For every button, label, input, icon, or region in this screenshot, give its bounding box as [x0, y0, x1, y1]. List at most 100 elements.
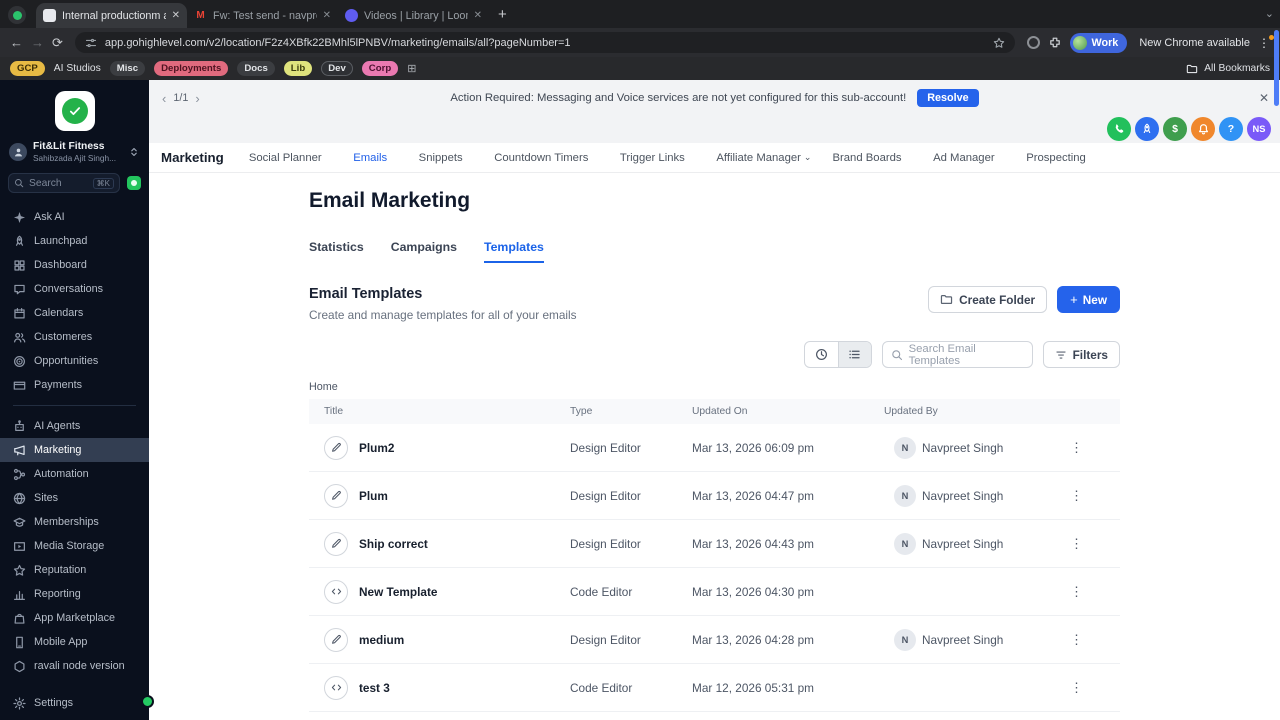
module-tab[interactable]: Trigger Links ⌄ — [620, 152, 695, 164]
user-avatar[interactable]: NS — [1247, 117, 1271, 141]
rewards-icon[interactable]: $ — [1163, 117, 1187, 141]
sidebar-item[interactable]: Reputation — [0, 558, 149, 582]
page-tab[interactable]: Statistics — [309, 240, 364, 263]
extensions-icon[interactable] — [1048, 36, 1062, 50]
create-folder-button[interactable]: Create Folder — [928, 286, 1048, 313]
sidebar-item[interactable]: App Marketplace — [0, 606, 149, 630]
list-view-toggle[interactable] — [837, 342, 871, 367]
browser-tab[interactable]: Internal productionm accoun ✕ — [36, 3, 187, 28]
table-row[interactable]: medium Design Editor Mar 13, 2026 04:28 … — [309, 616, 1120, 664]
module-tab[interactable]: Ad Manager ⌄ — [933, 152, 1005, 164]
module-tab[interactable]: Countdown Timers ⌄ — [494, 152, 599, 164]
sidebar-item-settings[interactable]: Settings — [0, 691, 149, 715]
sidebar-item[interactable]: ravali node version — [0, 654, 149, 678]
table-row[interactable]: test 3 Code Editor Mar 12, 2026 05:31 pm… — [309, 664, 1120, 712]
resolve-button[interactable]: Resolve — [917, 89, 979, 107]
module-tab[interactable]: Snippets ⌄ — [419, 152, 474, 164]
module-tab[interactable]: Brand Boards ⌄ — [832, 152, 912, 164]
forward-button[interactable]: → — [31, 35, 44, 50]
module-tab[interactable]: Emails ⌄ — [353, 152, 397, 164]
table-row[interactable]: New Template Code Editor Mar 13, 2026 04… — [309, 568, 1120, 616]
sidebar-item[interactable]: Reporting — [0, 582, 149, 606]
sidebar-item[interactable]: Customeres — [0, 325, 149, 349]
tab-list-chevron-icon[interactable]: ⌄ — [1265, 7, 1274, 20]
toolbar-extra-icon[interactable] — [1026, 36, 1040, 49]
sidebar-item[interactable]: AI Agents — [0, 414, 149, 438]
sidebar-item[interactable]: Opportunities — [0, 349, 149, 373]
templates-search-input[interactable]: Search Email Templates — [881, 341, 1033, 368]
sidebar-search-input[interactable]: Search ⌘K — [8, 173, 120, 193]
notice-prev-icon[interactable]: ‹ — [162, 92, 166, 105]
site-info-icon[interactable] — [85, 37, 97, 49]
browser-profile-chip[interactable]: Work — [1069, 32, 1128, 53]
account-switcher[interactable]: Fit&Lit Fitness Sahibzada Ajit Singh... — [0, 137, 149, 167]
sidebar-item[interactable]: Conversations — [0, 277, 149, 301]
sidebar-item-label: Ask AI — [34, 211, 65, 223]
bookmark-star-icon[interactable] — [993, 37, 1005, 49]
row-menu-icon[interactable]: ⋮ — [1070, 680, 1083, 695]
page-tab[interactable]: Templates — [484, 240, 544, 263]
sidebar-item[interactable]: Payments — [0, 373, 149, 397]
browser-tab[interactable]: M Fw: Test send - navpreet.sin ✕ — [187, 3, 338, 28]
browser-tab[interactable]: Videos | Library | Loom ✕ — [338, 3, 489, 28]
browser-menu-icon[interactable]: ⋮ — [1258, 34, 1274, 50]
page-tab[interactable]: Campaigns — [391, 240, 457, 263]
notice-next-icon[interactable]: › — [195, 92, 199, 105]
bookmark-item[interactable]: GCP — [10, 61, 45, 76]
table-row[interactable]: Ship correct Design Editor Mar 13, 2026 … — [309, 520, 1120, 568]
bookmark-item[interactable]: Lib — [283, 61, 313, 76]
bookmark-item[interactable]: Docs — [237, 61, 275, 76]
sidebar-item[interactable]: Calendars — [0, 301, 149, 325]
filters-button[interactable]: Filters — [1042, 341, 1120, 368]
table-row[interactable]: Plum2 Design Editor Mar 13, 2026 06:09 p… — [309, 424, 1120, 472]
support-bubble[interactable] — [141, 695, 154, 708]
sidebar-item[interactable]: Automation — [0, 462, 149, 486]
breadcrumb[interactable]: Home — [309, 381, 1120, 393]
new-tab-button[interactable]: + — [498, 7, 507, 22]
help-icon[interactable]: ? — [1219, 117, 1243, 141]
row-menu-icon[interactable]: ⋮ — [1070, 632, 1083, 647]
row-menu-icon[interactable]: ⋮ — [1070, 536, 1083, 551]
assistant-icon[interactable] — [127, 176, 141, 190]
bookmark-item[interactable]: AI Studios — [54, 61, 101, 76]
history-view-toggle[interactable] — [805, 342, 838, 367]
bookmark-item[interactable]: Misc — [109, 61, 146, 76]
reload-button[interactable]: ⟳ — [52, 35, 63, 51]
sidebar-item[interactable]: Mobile App — [0, 630, 149, 654]
back-button[interactable]: ← — [10, 35, 23, 50]
bookmark-item[interactable]: Corp — [361, 61, 399, 76]
notice-close-icon[interactable]: ✕ — [1259, 91, 1269, 105]
bookmark-item[interactable]: Dev — [321, 61, 353, 76]
row-menu-icon[interactable]: ⋮ — [1070, 488, 1083, 503]
tab-close-icon[interactable]: ✕ — [172, 10, 180, 21]
scrollbar-thumb[interactable] — [1274, 30, 1279, 106]
address-bar[interactable]: app.gohighlevel.com/v2/location/F2z4XBfk… — [74, 32, 1015, 53]
account-updown-icon[interactable] — [128, 146, 140, 158]
tab-close-icon[interactable]: ✕ — [474, 10, 482, 21]
all-bookmarks-button[interactable]: All Bookmarks — [1186, 63, 1270, 75]
row-menu-icon[interactable]: ⋮ — [1070, 440, 1083, 455]
tab-close-icon[interactable]: ✕ — [323, 10, 331, 21]
sidebar-item[interactable]: Ask AI — [0, 205, 149, 229]
sidebar-item[interactable]: Media Storage — [0, 534, 149, 558]
table-row[interactable]: Plum Design Editor Mar 13, 2026 04:47 pm… — [309, 472, 1120, 520]
sidebar-item[interactable]: Sites — [0, 486, 149, 510]
row-menu-icon[interactable]: ⋮ — [1070, 584, 1083, 599]
module-tab[interactable]: Affiliate Manager ⌄ — [716, 152, 811, 164]
module-tab[interactable]: Social Planner ⌄ — [249, 152, 332, 164]
phone-icon[interactable] — [1107, 117, 1131, 141]
quick-actions-rocket-icon[interactable] — [1135, 117, 1159, 141]
sidebar-item[interactable]: Dashboard — [0, 253, 149, 277]
sidebar-item[interactable]: Memberships — [0, 510, 149, 534]
new-button[interactable]: + New — [1057, 286, 1120, 313]
sidebar-item[interactable]: Marketing — [0, 438, 149, 462]
tab-search-button[interactable] — [8, 6, 26, 24]
notifications-bell-icon[interactable] — [1191, 117, 1215, 141]
sidebar-item[interactable]: Launchpad — [0, 229, 149, 253]
bookmarks-grid-icon[interactable]: ⊞ — [407, 62, 416, 75]
chrome-update-chip[interactable]: New Chrome available ⋮ — [1135, 34, 1274, 50]
module-tab[interactable]: Prospecting ⌄ — [1026, 152, 1096, 164]
template-title: medium — [359, 632, 405, 647]
bookmark-item[interactable]: Deployments — [154, 61, 229, 76]
updated-by-name: Navpreet Singh — [922, 536, 1004, 551]
